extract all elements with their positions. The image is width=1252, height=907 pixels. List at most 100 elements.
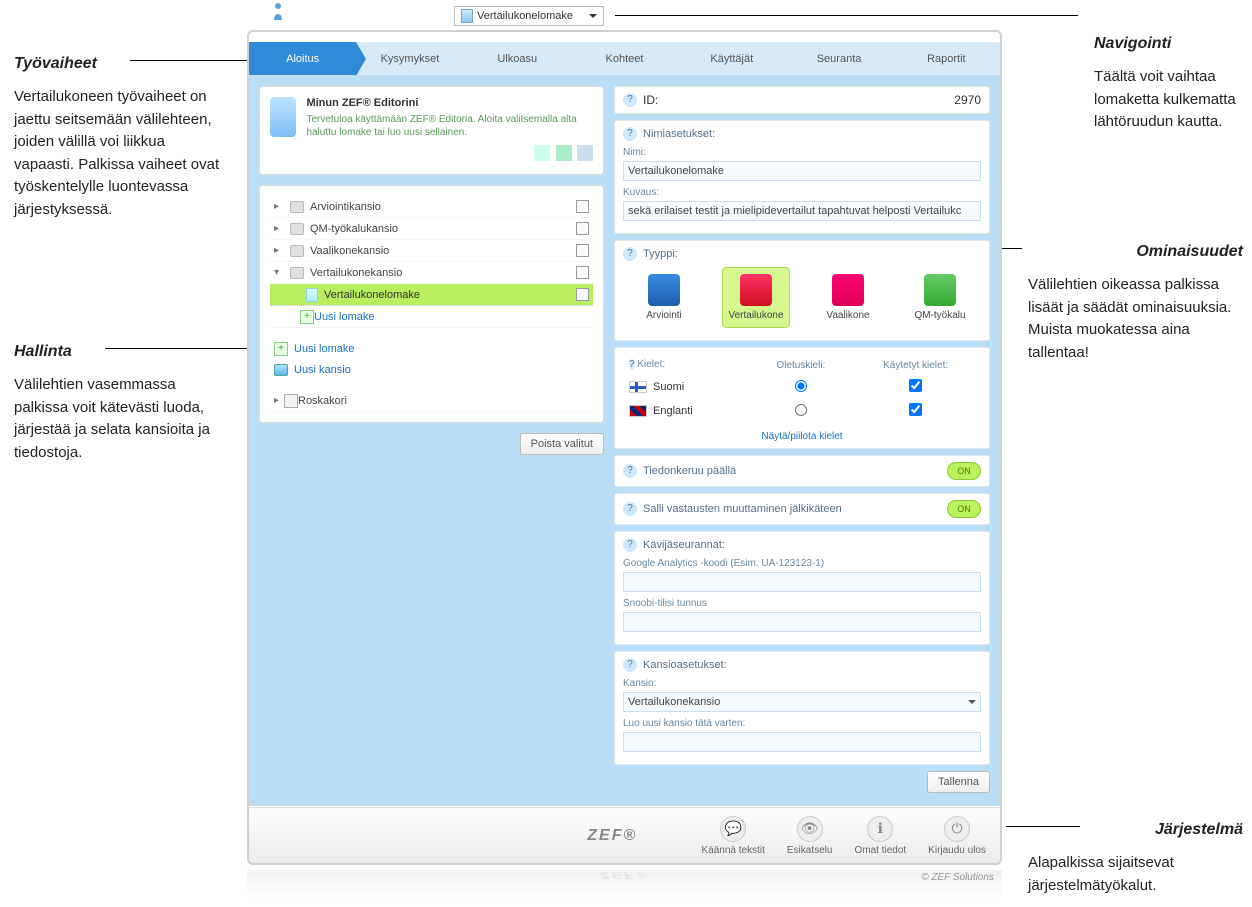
power-icon: ⏻: [944, 816, 970, 842]
collapse-icon[interactable]: ▾: [274, 267, 284, 278]
folder-label: Kansio:: [623, 678, 981, 689]
expand-icon[interactable]: ▸: [274, 201, 284, 212]
folder-icon: [274, 364, 288, 376]
file-icon: [461, 9, 473, 23]
user-icon: [272, 2, 284, 20]
footer-logout[interactable]: ⏻Kirjaudu ulos: [928, 816, 986, 856]
type-qmtyokalu[interactable]: QM-työkalu: [906, 267, 974, 328]
anno-system-title: Järjestelmä: [1028, 818, 1243, 842]
anno-system-text: Alapalkissa sijaitsevat järjestelmätyöka…: [1028, 852, 1243, 897]
section-type: ?Tyyppi: Arviointi Vertailukone Vaalikon…: [614, 240, 990, 341]
snoobi-input[interactable]: [623, 612, 981, 632]
welcome-text: Tervetuloa käyttämään ZEF® Editoria. Alo…: [306, 113, 593, 139]
expand-icon[interactable]: ▸: [274, 395, 284, 406]
folder-icon: [290, 223, 304, 235]
help-icon[interactable]: ?: [623, 538, 637, 552]
default-lang-radio[interactable]: [795, 404, 807, 416]
toggle-data-collection[interactable]: ON: [947, 462, 981, 480]
tree-trash[interactable]: ▸ Roskakori: [270, 390, 593, 412]
checkbox[interactable]: [576, 266, 589, 279]
tab-aloitus[interactable]: Aloitus: [249, 42, 356, 75]
tree-folder-vaalikone[interactable]: ▸ Vaalikonekansio: [270, 240, 593, 262]
plus-icon: +: [274, 342, 288, 356]
tool-icon-1[interactable]: [534, 145, 550, 161]
file-icon: [306, 288, 318, 302]
folder-select[interactable]: Vertailukonekansio: [623, 692, 981, 712]
delete-selected-button[interactable]: Poista valitut: [520, 433, 604, 455]
new-folder-input[interactable]: [623, 732, 981, 752]
tab-kohteet[interactable]: Kohteet: [571, 42, 678, 75]
ga-label: Google Analytics -koodi (Esim. UA-123123…: [623, 558, 981, 569]
section-folder-settings: ?Kansioasetukset: Kansio: Vertailukoneka…: [614, 651, 990, 765]
tool-icon-3[interactable]: [577, 145, 593, 161]
checkbox[interactable]: [576, 244, 589, 257]
tree-folder-vertailukone[interactable]: ▾ Vertailukonekansio: [270, 262, 593, 284]
tab-kayttajat[interactable]: Käyttäjät: [678, 42, 785, 75]
used-lang-checkbox[interactable]: [909, 379, 922, 392]
plus-icon: +: [300, 310, 314, 324]
tree-folder-arviointikansio[interactable]: ▸ Arviointikansio: [270, 196, 593, 218]
type-vertailukone[interactable]: Vertailukone: [722, 267, 790, 328]
used-lang-checkbox[interactable]: [909, 403, 922, 416]
type-vaalikone[interactable]: Vaalikone: [814, 267, 882, 328]
type-icon: [740, 274, 772, 306]
help-icon[interactable]: ?: [623, 502, 637, 516]
footer-translate[interactable]: 💬Käännä tekstit: [702, 816, 765, 856]
welcome-panel: Minun ZEF® Editorini Tervetuloa käyttämä…: [259, 86, 604, 175]
anno-navigation-title: Navigointi: [1094, 32, 1244, 56]
desc-label: Kuvaus:: [623, 187, 981, 198]
editor-icon: [270, 97, 296, 137]
anno-workphases-text: Vertailukoneen työvaiheet on jaettu seit…: [14, 86, 224, 221]
section-allow-edit: ? Salli vastausten muuttaminen jälkikäte…: [614, 493, 990, 525]
tool-icon-2[interactable]: [556, 145, 572, 161]
tree-new-form-inline[interactable]: + Uusi lomake: [270, 306, 593, 328]
checkbox[interactable]: [576, 288, 589, 301]
lang-row-englanti: Englanti: [625, 400, 979, 422]
action-new-form[interactable]: + Uusi lomake: [270, 338, 593, 360]
ga-code-input[interactable]: [623, 572, 981, 592]
help-icon[interactable]: ?: [623, 247, 637, 261]
form-selector-dropdown[interactable]: Vertailukonelomake: [454, 6, 604, 26]
welcome-title: Minun ZEF® Editorini: [306, 97, 593, 109]
toggle-allow-edit[interactable]: ON: [947, 500, 981, 518]
tree-file-vertailukonelomake[interactable]: Vertailukonelomake: [270, 284, 593, 306]
anno-properties-title: Ominaisuudet: [1028, 240, 1243, 264]
section-name-settings: ?Nimiasetukset: Nimi: Kuvaus:: [614, 120, 990, 234]
anno-workphases-title: Työvaiheet: [14, 52, 224, 76]
snoobi-label: Snoobi-tilisi tunnus: [623, 598, 981, 609]
type-arviointi[interactable]: Arviointi: [630, 267, 698, 328]
desc-input[interactable]: [623, 201, 981, 221]
tab-kysymykset[interactable]: Kysymykset: [356, 42, 463, 75]
workphase-tabs: Aloitus Kysymykset Ulkoasu Kohteet Käytt…: [249, 42, 1000, 76]
type-icon: [924, 274, 956, 306]
help-icon[interactable]: ?: [629, 359, 635, 370]
save-button[interactable]: Tallenna: [927, 771, 990, 793]
chevron-down-icon: [968, 700, 976, 708]
section-tracking: ?Kävijäseurannat: Google Analytics -kood…: [614, 531, 990, 645]
tree-folder-qm[interactable]: ▸ QM-työkalukansio: [270, 218, 593, 240]
show-hide-languages-link[interactable]: Näytä/piilota kielet: [761, 431, 842, 442]
action-new-folder[interactable]: Uusi kansio: [270, 360, 593, 380]
checkbox[interactable]: [576, 222, 589, 235]
id-label: ID:: [643, 93, 658, 107]
help-icon[interactable]: ?: [623, 127, 637, 141]
lang-row-suomi: Suomi: [625, 376, 979, 398]
expand-icon[interactable]: ▸: [274, 245, 284, 256]
folder-tree: ▸ Arviointikansio ▸ QM-työkalukansio ▸ V…: [259, 185, 604, 423]
name-input[interactable]: [623, 161, 981, 181]
help-icon[interactable]: ?: [623, 658, 637, 672]
footer-preview[interactable]: 👁Esikatselu: [787, 816, 833, 856]
section-languages: ? Kielet: Oletuskieli: Käytetyt kielet: …: [614, 347, 990, 449]
tab-raportit[interactable]: Raportit: [893, 42, 1000, 75]
default-lang-radio[interactable]: [795, 380, 807, 392]
tab-ulkoasu[interactable]: Ulkoasu: [464, 42, 571, 75]
help-icon[interactable]: ?: [623, 93, 637, 107]
folder-icon: [290, 201, 304, 213]
anno-management-text: Välilehtien vasemmassa palkissa voit kät…: [14, 374, 224, 464]
type-icon: [648, 274, 680, 306]
help-icon[interactable]: ?: [623, 464, 637, 478]
footer-own-info[interactable]: ℹOmat tiedot: [854, 816, 906, 856]
tab-seuranta[interactable]: Seuranta: [785, 42, 892, 75]
expand-icon[interactable]: ▸: [274, 223, 284, 234]
checkbox[interactable]: [576, 200, 589, 213]
